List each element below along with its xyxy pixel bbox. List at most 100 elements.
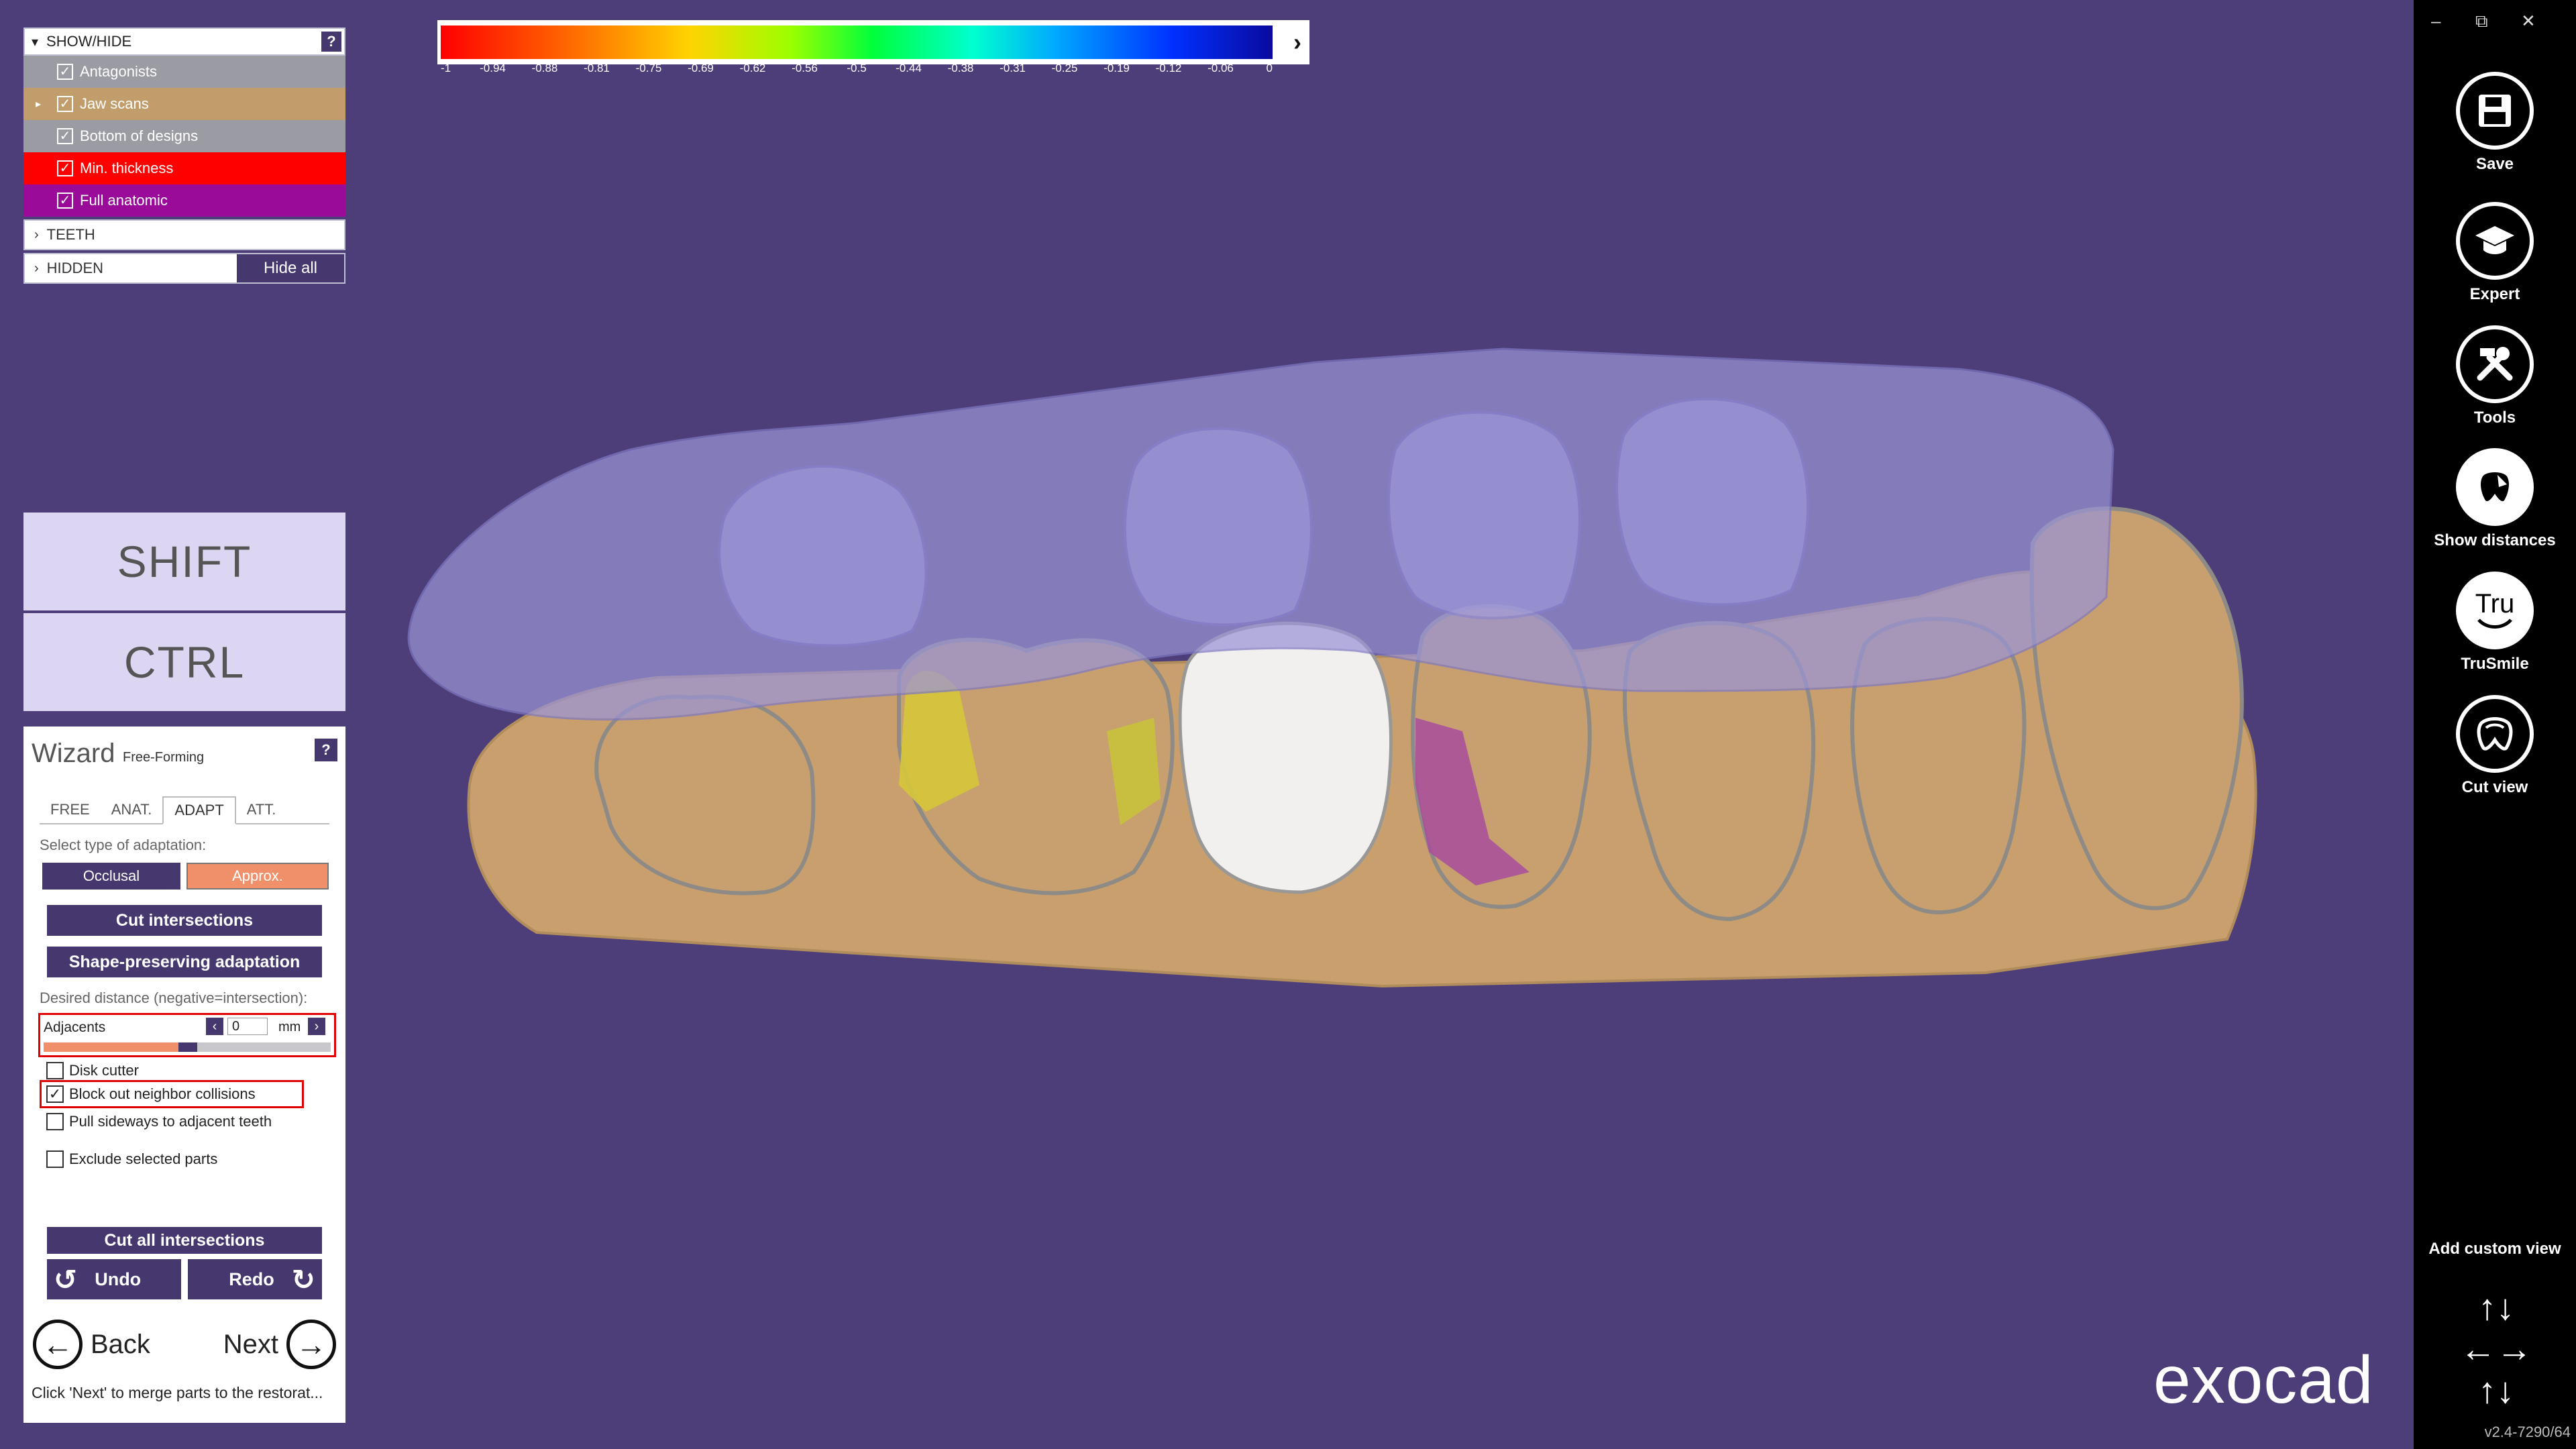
- cut-all-intersections-button[interactable]: Cut all intersections: [47, 1227, 322, 1254]
- cut-view-label: Cut view: [2461, 778, 2528, 796]
- tab-free[interactable]: FREE: [40, 796, 101, 823]
- wizard-hint: Click 'Next' to merge parts to the resto…: [32, 1384, 323, 1401]
- color-scale-tick: -0.38: [947, 62, 974, 74]
- close-button[interactable]: ✕: [2521, 11, 2536, 32]
- hide-all-button[interactable]: Hide all: [237, 254, 344, 282]
- show-hide-header[interactable]: ▾ SHOW/HIDE ?: [23, 28, 345, 56]
- color-scale-tick: -0.94: [480, 62, 506, 74]
- option-disk-cutter[interactable]: Disk cutter: [46, 1062, 139, 1079]
- layer-label: Min. thickness: [80, 160, 174, 176]
- chevron-left-icon: ‹: [212, 1018, 217, 1034]
- color-scale-tick: -0.19: [1104, 62, 1130, 74]
- adjacents-slider-thumb[interactable]: [178, 1042, 198, 1052]
- view-left-right-icon[interactable]: ←→: [2453, 1328, 2540, 1370]
- disk-cutter-checkbox[interactable]: [46, 1062, 64, 1079]
- expert-tool[interactable]: Expert: [2414, 202, 2576, 304]
- color-scale-tick: -0.62: [739, 62, 766, 74]
- trusmile-tool[interactable]: Tru TruSmile: [2414, 572, 2576, 674]
- version-label: v2.4-7290/64: [2484, 1424, 2571, 1440]
- view-up-down-icon[interactable]: ↑↓: [2453, 1287, 2540, 1328]
- tools-label: Tools: [2473, 409, 2516, 427]
- floppy-disk-icon: [2456, 72, 2534, 150]
- save-tool[interactable]: Save: [2414, 72, 2576, 174]
- arrow-right-icon: →: [286, 1320, 336, 1369]
- right-toolbar: – ⧉ ✕ Save Expert Tools Show distances T…: [2414, 0, 2576, 1449]
- block-out-checkbox[interactable]: ✓: [46, 1085, 64, 1103]
- option-label: Exclude selected parts: [69, 1150, 218, 1167]
- add-custom-view-button[interactable]: Add custom view: [2414, 1240, 2576, 1258]
- pull-sideways-checkbox[interactable]: [46, 1113, 64, 1130]
- tab-anat[interactable]: ANAT.: [101, 796, 163, 823]
- show-hide-help-button[interactable]: ?: [321, 32, 341, 52]
- 3d-viewport[interactable]: [376, 315, 2361, 1040]
- tooth-distance-icon: [2456, 448, 2534, 526]
- ctrl-key-button[interactable]: CTRL: [23, 613, 345, 711]
- redo-label: Redo: [229, 1269, 274, 1289]
- layer-row-full-anatomic[interactable]: ✓ Full anatomic: [23, 184, 345, 217]
- layer-label: Jaw scans: [80, 95, 149, 112]
- layer-checkbox[interactable]: ✓: [57, 193, 73, 209]
- adjacents-unit: mm: [278, 1020, 301, 1034]
- cut-intersections-button[interactable]: Cut intersections: [47, 905, 322, 936]
- layer-row-min-thickness[interactable]: ✓ Min. thickness: [23, 152, 345, 184]
- option-label: Pull sideways to adjacent teeth: [69, 1113, 272, 1130]
- show-distances-tool[interactable]: Show distances: [2414, 448, 2576, 550]
- layer-checkbox[interactable]: ✓: [57, 160, 73, 176]
- layer-row-bottom-of-designs[interactable]: ✓ Bottom of designs: [23, 120, 345, 152]
- approx-button[interactable]: Approx.: [186, 863, 329, 890]
- occlusal-button[interactable]: Occlusal: [42, 863, 180, 890]
- option-block-out-neighbor-collisions[interactable]: ✓ Block out neighbor collisions: [46, 1085, 256, 1103]
- back-button[interactable]: ← Back: [33, 1320, 150, 1369]
- layer-row-jaw-scans[interactable]: ▸ ✓ Jaw scans: [23, 88, 345, 120]
- option-exclude-selected-parts[interactable]: Exclude selected parts: [46, 1150, 217, 1168]
- next-button[interactable]: Next →: [223, 1320, 336, 1369]
- wizard-help-button[interactable]: ?: [315, 739, 337, 761]
- color-scale-gradient: [441, 25, 1273, 59]
- distance-color-scale[interactable]: -1 -0.94 -0.88 -0.81 -0.75 -0.69 -0.62 -0.56 -0.…: [437, 20, 1309, 74]
- next-label: Next: [223, 1329, 278, 1359]
- adjacents-decrease-button[interactable]: ‹: [206, 1018, 223, 1035]
- option-pull-sideways[interactable]: Pull sideways to adjacent teeth: [46, 1113, 272, 1130]
- restore-button[interactable]: ⧉: [2475, 11, 2488, 32]
- expand-triangle-icon[interactable]: ▸: [36, 97, 41, 111]
- tab-adapt[interactable]: ADAPT: [162, 796, 236, 824]
- tools-tool[interactable]: Tools: [2414, 325, 2576, 427]
- color-scale-tick: -0.75: [635, 62, 662, 74]
- chevron-right-icon: ›: [314, 1018, 319, 1034]
- color-scale-tick: -0.69: [688, 62, 714, 74]
- color-scale-tick: -0.06: [1208, 62, 1234, 74]
- layer-checkbox[interactable]: ✓: [57, 64, 73, 80]
- layer-checkbox[interactable]: ✓: [57, 96, 73, 112]
- cut-view-tool[interactable]: Cut view: [2414, 695, 2576, 797]
- layer-row-antagonists[interactable]: ✓ Antagonists: [23, 56, 345, 88]
- trusmile-label: TruSmile: [2461, 655, 2529, 673]
- back-label: Back: [91, 1329, 150, 1359]
- minimize-button[interactable]: –: [2431, 11, 2440, 32]
- shape-preserving-adaptation-button[interactable]: Shape-preserving adaptation: [47, 947, 322, 977]
- color-scale-tick: -0.56: [792, 62, 818, 74]
- adjacents-slider[interactable]: [44, 1042, 331, 1052]
- wizard-title: Wizard: [32, 739, 115, 768]
- hidden-group[interactable]: › HIDDEN Hide all: [23, 253, 345, 284]
- trusmile-glyph: Tru: [2475, 589, 2515, 619]
- adjacents-increase-button[interactable]: ›: [308, 1018, 325, 1035]
- layer-checkbox[interactable]: ✓: [57, 128, 73, 144]
- view-direction-arrows[interactable]: ↑↓ ←→ ↑↓: [2453, 1287, 2540, 1414]
- color-scale-tick: -0.44: [896, 62, 922, 74]
- teeth-group[interactable]: › TEETH: [23, 219, 345, 250]
- color-scale-tick: -0.88: [531, 62, 558, 74]
- view-rotate-icon[interactable]: ↑↓: [2453, 1370, 2540, 1411]
- exclude-selected-checkbox[interactable]: [46, 1150, 64, 1168]
- adjacents-slider-fill: [44, 1042, 179, 1052]
- wizard-tabs: FREE ANAT. ADAPT ATT.: [40, 796, 329, 824]
- redo-button[interactable]: Redo ↻: [188, 1259, 322, 1299]
- shift-key-button[interactable]: SHIFT: [23, 513, 345, 610]
- adjacents-value-input[interactable]: 0: [227, 1018, 268, 1035]
- expert-label: Expert: [2469, 285, 2520, 303]
- designed-crown: [1178, 621, 1393, 894]
- chevron-right-icon[interactable]: ›: [1293, 28, 1301, 56]
- undo-button[interactable]: ↺ Undo: [47, 1259, 181, 1299]
- chevron-right-icon: ›: [34, 260, 39, 276]
- tab-att[interactable]: ATT.: [236, 796, 287, 823]
- show-hide-items: ✓ Antagonists ▸ ✓ Jaw scans ✓ Bottom of …: [23, 56, 345, 217]
